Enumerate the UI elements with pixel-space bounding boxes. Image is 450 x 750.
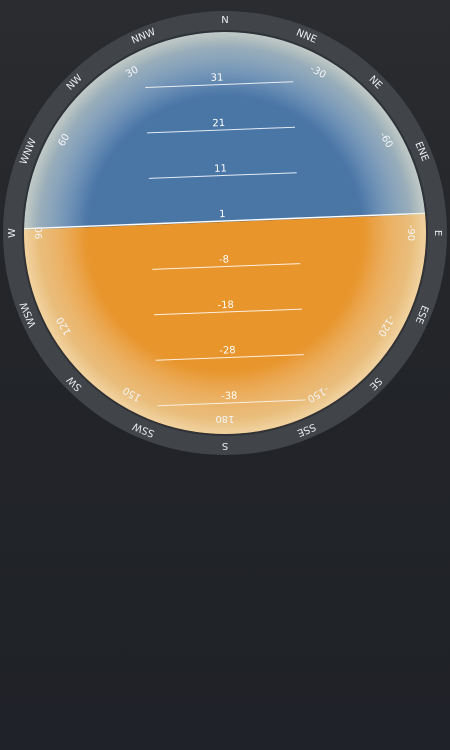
bank-scale-label: -90	[405, 225, 416, 241]
attitude-app: 3121111-8-18-28-38 306090120150180-150-1…	[0, 0, 450, 750]
bank-scale-label: 180	[215, 413, 234, 424]
compass-label-n: N	[221, 15, 228, 26]
compass-label-w: W	[7, 228, 18, 238]
compass-label-s: S	[222, 440, 228, 451]
bank-scale-label: 90	[34, 227, 45, 240]
compass-label-e: E	[432, 230, 443, 236]
attitude-indicator: 3121111-8-18-28-38 306090120150180-150-1…	[3, 11, 447, 455]
attitude-face: 3121111-8-18-28-38 306090120150180-150-1…	[24, 32, 426, 434]
face-vignette-ground	[24, 32, 426, 434]
